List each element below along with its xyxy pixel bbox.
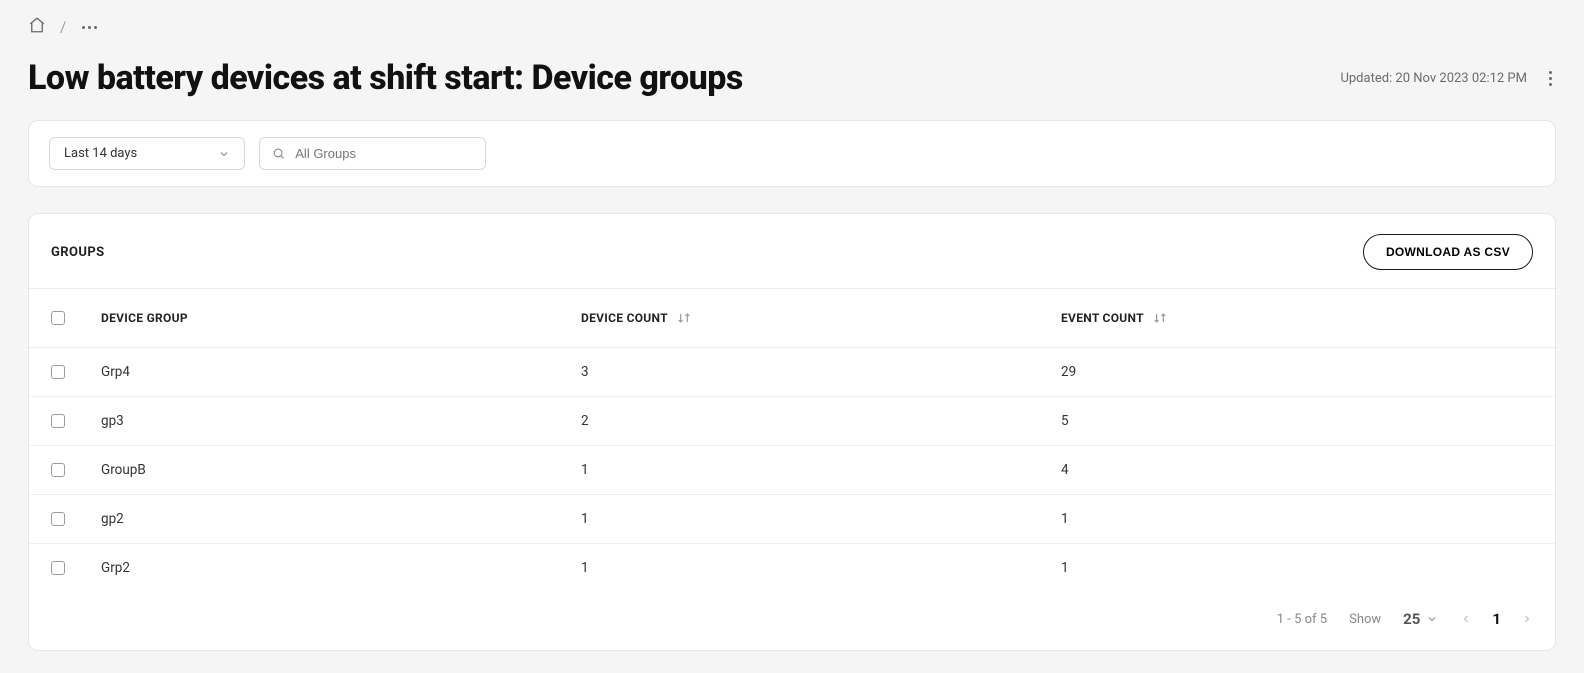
sort-icon	[676, 311, 692, 325]
group-search-input[interactable]	[295, 146, 473, 161]
cell-device-group: Grp4	[101, 364, 581, 380]
cell-device-group: gp3	[101, 413, 581, 429]
cell-device-group: gp2	[101, 511, 581, 527]
col-header-event-count-label: EVENT COUNT	[1061, 311, 1144, 325]
cell-device-count: 1	[581, 560, 1061, 576]
table-row: Grp4 3 29	[29, 348, 1555, 397]
pagination-range: 1 - 5 of 5	[1277, 612, 1327, 627]
sort-icon	[1152, 311, 1168, 325]
show-label: Show	[1349, 612, 1381, 627]
row-checkbox[interactable]	[51, 561, 65, 575]
more-menu-icon[interactable]	[1545, 67, 1556, 90]
cell-event-count: 4	[1061, 462, 1533, 478]
row-checkbox[interactable]	[51, 365, 65, 379]
row-checkbox[interactable]	[51, 463, 65, 477]
chevron-down-icon	[1426, 613, 1438, 625]
search-icon	[272, 146, 285, 161]
col-header-device-count-label: DEVICE COUNT	[581, 311, 668, 325]
home-icon[interactable]	[28, 16, 46, 38]
cell-device-count: 2	[581, 413, 1061, 429]
updated-timestamp: Updated: 20 Nov 2023 02:12 PM	[1340, 71, 1527, 86]
cell-device-group: Grp2	[101, 560, 581, 576]
cell-device-count: 1	[581, 511, 1061, 527]
date-range-label: Last 14 days	[64, 146, 137, 161]
next-page-button[interactable]	[1521, 613, 1533, 625]
cell-device-group: GroupB	[101, 462, 581, 478]
pagination: 1 - 5 of 5 Show 25 1	[29, 592, 1555, 650]
groups-table-card: GROUPS DOWNLOAD AS CSV DEVICE GROUP DEVI…	[28, 213, 1556, 651]
cell-device-count: 1	[581, 462, 1061, 478]
select-all-checkbox[interactable]	[51, 311, 65, 325]
table-row: Grp2 1 1	[29, 544, 1555, 592]
table-row: gp2 1 1	[29, 495, 1555, 544]
row-checkbox[interactable]	[51, 414, 65, 428]
col-header-device-count[interactable]: DEVICE COUNT	[581, 311, 1061, 325]
row-checkbox[interactable]	[51, 512, 65, 526]
prev-page-button[interactable]	[1460, 613, 1472, 625]
breadcrumb-separator: /	[60, 18, 66, 36]
download-csv-button[interactable]: DOWNLOAD AS CSV	[1363, 234, 1533, 270]
group-search[interactable]	[259, 137, 486, 170]
page-title: Low battery devices at shift start: Devi…	[28, 58, 743, 98]
table-row: gp3 2 5	[29, 397, 1555, 446]
page-size-value: 25	[1403, 610, 1420, 628]
col-header-device-group[interactable]: DEVICE GROUP	[101, 311, 581, 325]
col-header-event-count[interactable]: EVENT COUNT	[1061, 311, 1533, 325]
filter-bar: Last 14 days	[28, 120, 1556, 187]
breadcrumb: /	[28, 0, 1556, 46]
breadcrumb-ellipsis[interactable]	[80, 22, 99, 33]
cell-event-count: 1	[1061, 560, 1533, 576]
table-row: GroupB 1 4	[29, 446, 1555, 495]
cell-event-count: 1	[1061, 511, 1533, 527]
cell-event-count: 29	[1061, 364, 1533, 380]
current-page: 1	[1492, 610, 1501, 628]
table-header: DEVICE GROUP DEVICE COUNT EVENT COUNT	[29, 289, 1555, 348]
cell-event-count: 5	[1061, 413, 1533, 429]
page-size-select[interactable]: 25	[1403, 610, 1438, 628]
chevron-down-icon	[218, 148, 230, 160]
date-range-select[interactable]: Last 14 days	[49, 137, 245, 170]
cell-device-count: 3	[581, 364, 1061, 380]
section-label: GROUPS	[51, 245, 105, 260]
